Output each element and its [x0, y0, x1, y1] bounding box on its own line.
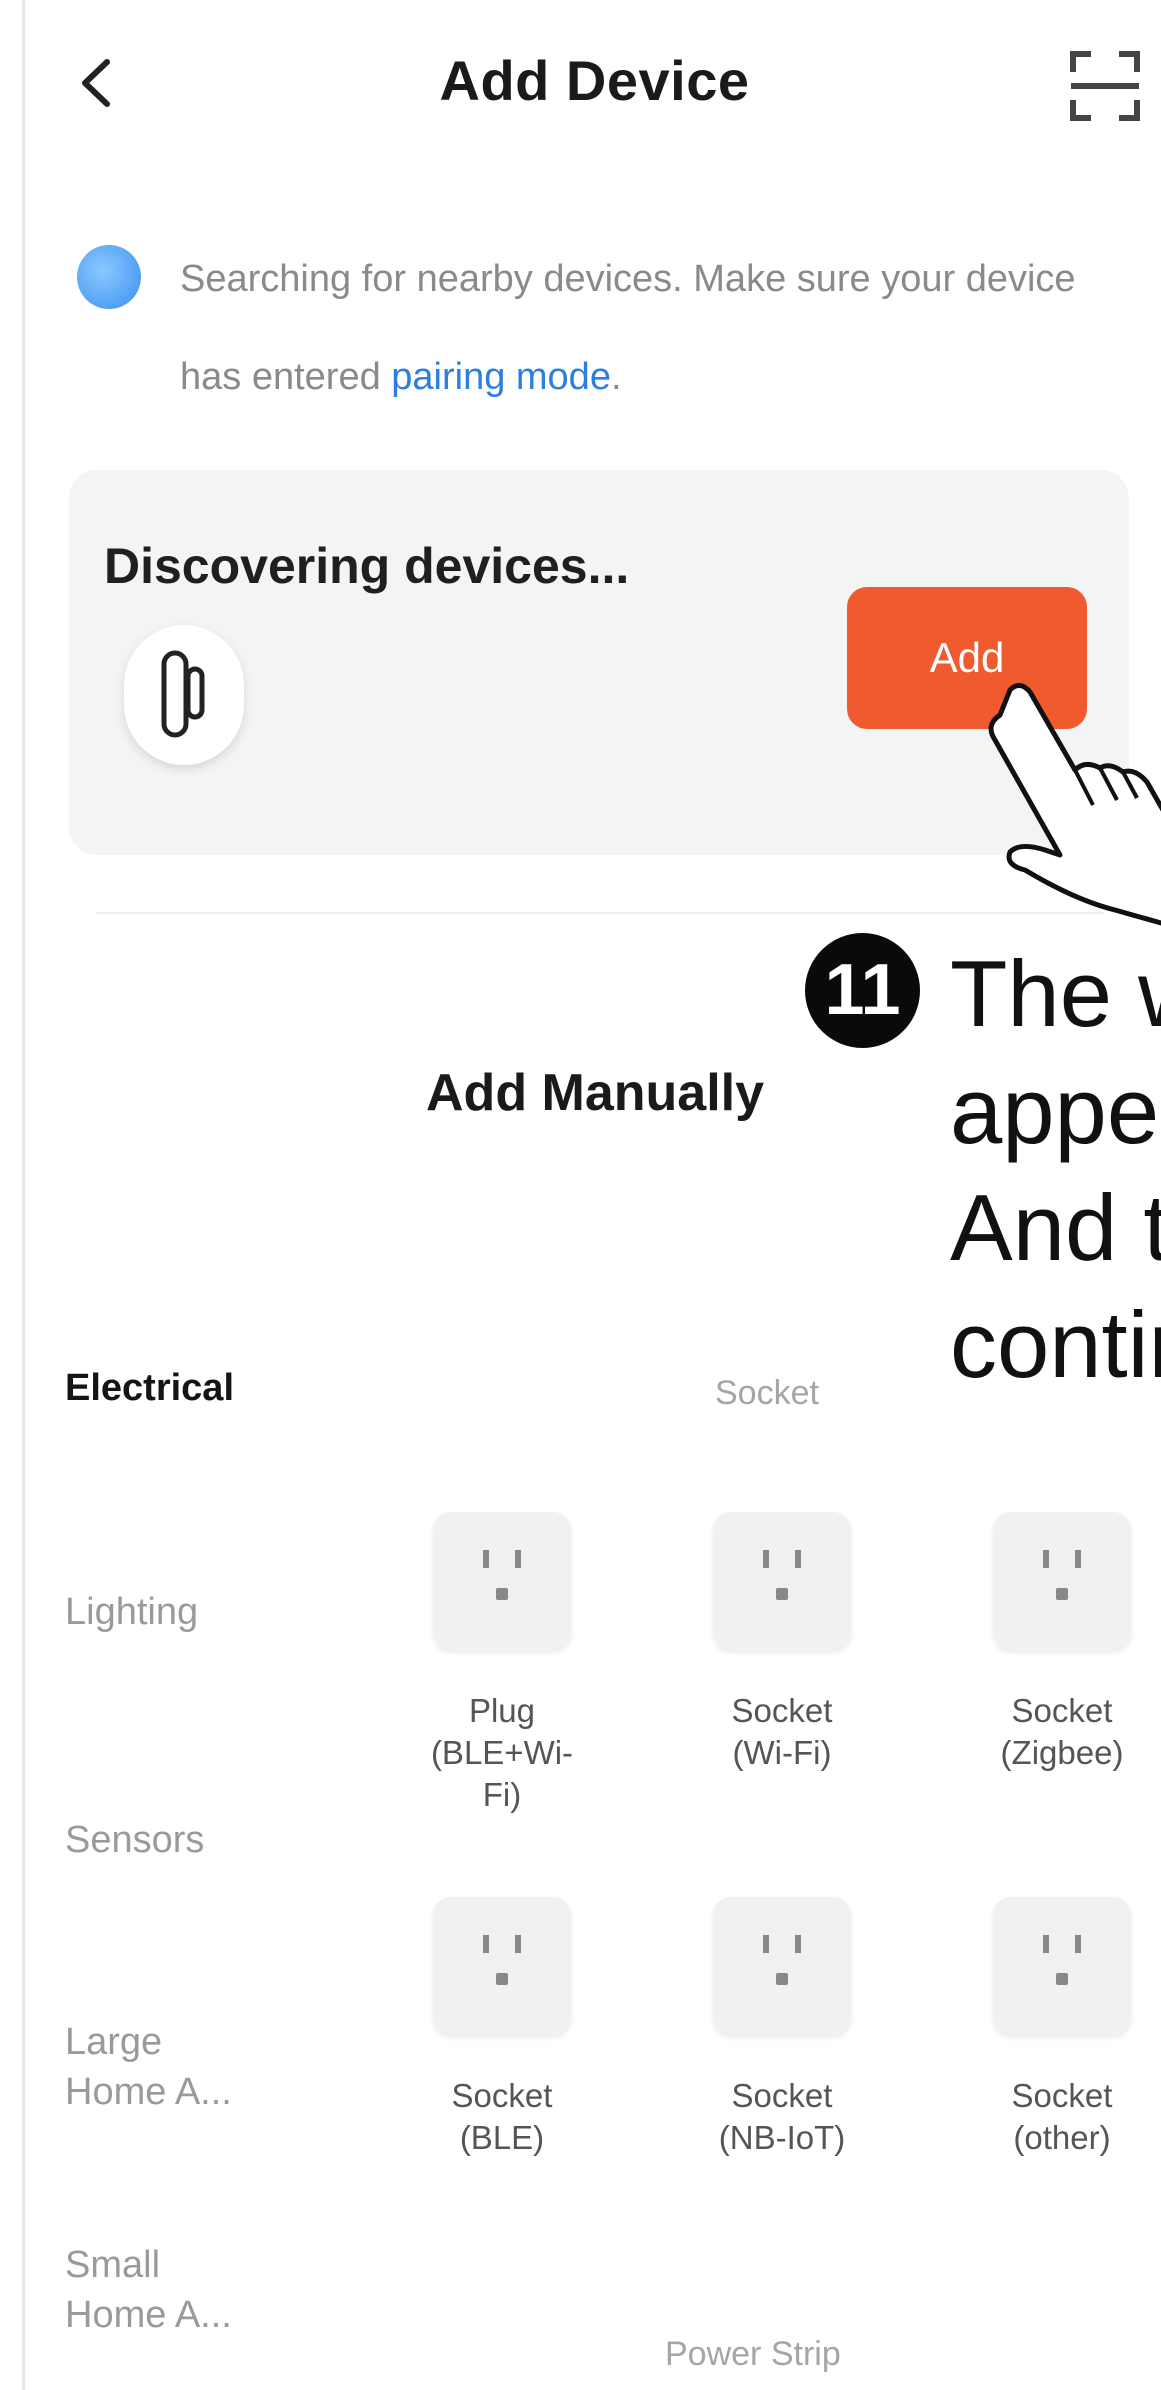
category-large-home-appliances[interactable]: Large Home A... [65, 2017, 235, 2117]
product-name: Socket (BLE) [451, 2077, 553, 2156]
socket-icon [993, 1897, 1131, 2035]
scan-button[interactable] [1065, 46, 1145, 126]
socket-icon [713, 1512, 851, 1650]
discovered-device [124, 625, 244, 765]
socket-icon [993, 1512, 1131, 1650]
product-tile[interactable]: Socket (Zigbee) [987, 1512, 1137, 1774]
annotation-line: appe [950, 1058, 1160, 1163]
product-tile[interactable]: Socket (NB-IoT) [707, 1897, 857, 2159]
category-electrical[interactable]: Electrical [65, 1363, 234, 1413]
step-badge: 11 [805, 933, 920, 1048]
page-title: Add Device [439, 49, 750, 112]
discovery-title: Discovering devices... [104, 538, 630, 594]
notice-text: Searching for nearby devices. Make sure … [180, 258, 1076, 398]
product-tile[interactable]: Socket (BLE) [427, 1897, 577, 2159]
product-name: Socket (NB-IoT) [718, 2077, 846, 2156]
category-sensors[interactable]: Sensors [65, 1815, 204, 1865]
instruction-annotation: The w appe And t contin [950, 935, 1161, 1403]
phone-screen: Add Device Searching for nearby devices.… [22, 0, 1161, 2390]
group-header-power-strip: Power Strip [665, 2335, 841, 2373]
socket-icon [433, 1512, 571, 1650]
category-lighting[interactable]: Lighting [65, 1587, 198, 1637]
product-name: Plug (BLE+Wi-Fi) [430, 1692, 574, 1813]
product-tile[interactable]: Socket (Wi-Fi) [707, 1512, 857, 1774]
annotation-line: The w [950, 941, 1161, 1046]
annotation-line: contin [950, 1292, 1161, 1397]
product-name: Socket (other) [1011, 2077, 1113, 2156]
group-header-socket: Socket [715, 1374, 819, 1412]
category-small-home-appliances[interactable]: Small Home A... [65, 2240, 235, 2340]
socket-icon [433, 1897, 571, 2035]
product-tile[interactable]: Plug (BLE+Wi-Fi) [427, 1512, 577, 1816]
pointing-hand-icon [965, 670, 1161, 930]
section-divider [95, 912, 1105, 914]
product-name: Socket (Wi-Fi) [731, 1692, 833, 1771]
search-notice: Searching for nearby devices. Make sure … [180, 230, 1140, 426]
bluetooth-search-icon [77, 245, 141, 309]
pairing-mode-link[interactable]: pairing mode [391, 356, 611, 398]
product-tile[interactable]: Socket (other) [987, 1897, 1137, 2159]
door-sensor-icon [161, 650, 205, 738]
product-name: Socket (Zigbee) [1000, 1692, 1124, 1771]
socket-icon [713, 1897, 851, 2035]
scan-icon [1070, 51, 1140, 121]
annotation-line: And t [950, 1175, 1161, 1280]
add-manually-title: Add Manually [426, 1064, 765, 1122]
notice-suffix: . [610, 356, 622, 398]
